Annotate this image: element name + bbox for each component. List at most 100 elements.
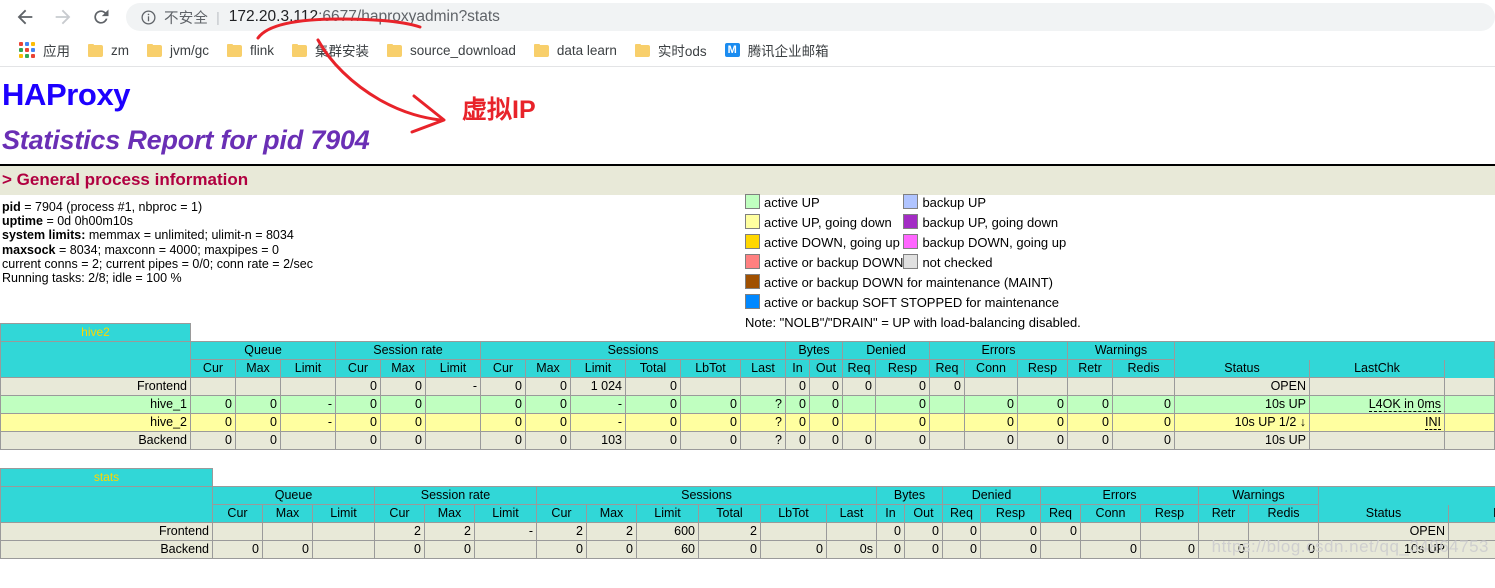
cell-errors-conn: 0 [1080, 540, 1141, 559]
cell-sess-last [826, 522, 877, 541]
col-bytes-in: In [876, 504, 905, 523]
cell-denied-resp: 0 [875, 377, 930, 396]
status-badge: 10s UP [1174, 431, 1310, 450]
col-sess-limit: Limit [570, 359, 626, 378]
cell-queue-max: 0 [235, 395, 281, 414]
bookmark-cluster-install[interactable]: 集群安装 [283, 38, 378, 62]
process-info-value: = 8034; maxconn = 4000; maxpipes = 0 [55, 242, 279, 257]
proxy-title-filler [212, 468, 1495, 487]
mail-icon: M [724, 43, 740, 57]
cell-denied-req: 0 [942, 540, 981, 559]
legend-color-swatch [745, 274, 760, 289]
arrow-left-icon [14, 6, 36, 28]
group-header-session-rate: Session rate [335, 341, 481, 360]
process-info-key: pid [2, 200, 21, 214]
cell-errors-resp [1140, 522, 1199, 541]
cell-sess-limit: 60 [636, 540, 699, 559]
cell-sess-last [740, 377, 786, 396]
table-row[interactable]: Frontend 2 2 - 2 2 600 2 0 0 0 0 0 OPEN [0, 522, 1495, 541]
bookmark-zm[interactable]: zm [79, 38, 138, 62]
cell-bytes-in: 0 [785, 413, 810, 432]
info-circle-icon[interactable] [140, 9, 157, 26]
process-info-line: uptime = 0d 0h00m10s [2, 214, 313, 228]
process-info-key: uptime [2, 214, 43, 229]
forward-button[interactable] [44, 2, 82, 32]
col-sess-last: Last [826, 504, 877, 523]
cell-warn-retr: 0 [1198, 540, 1249, 559]
table-row[interactable]: Backend 0 0 0 0 0 0 103 0 0 ? 0 0 0 0 0 … [0, 431, 1495, 450]
cell-queue-max: 0 [235, 413, 281, 432]
bookmark-label: source_download [410, 42, 516, 58]
info-zone: pid = 7904 (process #1, nbproc = 1) upti… [0, 193, 1495, 330]
cell-errors-resp: 0 [1017, 395, 1068, 414]
process-info-value: memmax = unlimited; ulimit-n = 8034 [85, 228, 294, 243]
cell-sess-max: 0 [525, 377, 571, 396]
col-lastchk: LastChk [1448, 504, 1495, 523]
bookmark-apps[interactable]: 应用 [10, 38, 79, 62]
proxy-table-stats: stats Queue Session rate Sessions Bytes … [0, 468, 1495, 559]
cell-bytes-in: 0 [785, 431, 810, 450]
legend-swatch-cell [903, 253, 922, 273]
legend-swatch-cell [745, 233, 764, 253]
legend-row: active or backup DOWN for maintenance (M… [745, 273, 1066, 293]
bookmark-realtime-ods[interactable]: 实时ods [626, 38, 716, 62]
cell-sess-cur: 0 [480, 395, 526, 414]
process-info-line: current conns = 2; current pipes = 0/0; … [2, 257, 313, 271]
legend-swatch-cell [903, 233, 922, 253]
cell-errors-conn: 0 [964, 431, 1018, 450]
col-sess-last: Last [740, 359, 786, 378]
reload-button[interactable] [82, 2, 120, 32]
cell-sess-total: 0 [625, 377, 681, 396]
legend-swatch-cell [745, 193, 764, 213]
proxy-name-stats[interactable]: stats [0, 468, 213, 487]
cell-trailing [1443, 413, 1495, 432]
row-label: Frontend [0, 522, 213, 541]
cell-errors-resp: 0 [1017, 431, 1068, 450]
bookmark-flink[interactable]: flink [218, 38, 283, 62]
legend-label: backup DOWN, going up [922, 234, 1067, 250]
legend-color-swatch [745, 254, 760, 269]
address-bar[interactable]: 不安全 | 172.20.3.112:6677/haproxyadmin?sta… [126, 3, 1495, 31]
legend-table: active UP backup UP active UP, going dow… [745, 193, 1066, 313]
cell-sess-cur: 0 [480, 377, 526, 396]
cell-trailing [1443, 377, 1495, 396]
column-header-row: Cur Max Limit Cur Max Limit Cur Max Limi… [1, 504, 1495, 523]
col-status: Status [1318, 504, 1449, 523]
cell-rate-max: 0 [380, 377, 426, 396]
cell-errors-req [929, 395, 965, 414]
table-row[interactable]: Frontend 0 0 - 0 0 1 024 0 0 0 0 0 0 OPE… [0, 377, 1495, 396]
cell-errors-conn: 0 [964, 413, 1018, 432]
cell-sess-last: ? [740, 413, 786, 432]
cell-warn-retr: 0 [1067, 413, 1113, 432]
proxy-name-hive2[interactable]: hive2 [0, 323, 191, 342]
table-row[interactable]: hive_1 0 0 - 0 0 0 0 - 0 0 ? 0 0 0 0 0 0… [0, 395, 1495, 414]
bookmark-source-download[interactable]: source_download [378, 38, 525, 62]
col-warn-redis: Redis [1248, 504, 1319, 523]
cell-warn-retr [1067, 377, 1113, 396]
cell-queue-limit [312, 540, 375, 559]
table-row[interactable]: Backend 0 0 0 0 0 0 60 0 0 0s 0 0 0 0 0 … [0, 540, 1495, 559]
bookmark-label: 腾讯企业邮箱 [747, 44, 829, 59]
cell-bytes-in: 0 [785, 395, 810, 414]
row-label: Backend [0, 540, 213, 559]
lastchk-value: INI [1425, 415, 1441, 430]
cell-queue-limit: - [280, 413, 336, 432]
folder-icon [292, 43, 308, 57]
cell-sess-max: 0 [525, 395, 571, 414]
group-header-queue: Queue [190, 341, 336, 360]
cell-warn-retr: 0 [1067, 395, 1113, 414]
page-title: HAProxy [2, 77, 131, 112]
bookmark-jvm-gc[interactable]: jvm/gc [138, 38, 218, 62]
general-process-information-header[interactable]: > General process information [0, 166, 1495, 195]
col-errors-conn: Conn [964, 359, 1018, 378]
table-row[interactable]: hive_2 0 0 - 0 0 0 0 - 0 0 ? 0 0 0 0 0 0… [0, 413, 1495, 432]
cell-lastchk [1309, 377, 1445, 396]
legend-label: active or backup DOWN for maintenance (M… [764, 274, 1053, 290]
back-button[interactable] [6, 2, 44, 32]
col-denied-req: Req [842, 359, 876, 378]
cell-queue-limit: - [280, 395, 336, 414]
group-header-queue: Queue [212, 486, 375, 505]
process-info-block: pid = 7904 (process #1, nbproc = 1) upti… [2, 200, 313, 285]
bookmark-data-learn[interactable]: data learn [525, 38, 626, 62]
bookmark-tencent-mail[interactable]: M 腾讯企业邮箱 [716, 38, 838, 62]
